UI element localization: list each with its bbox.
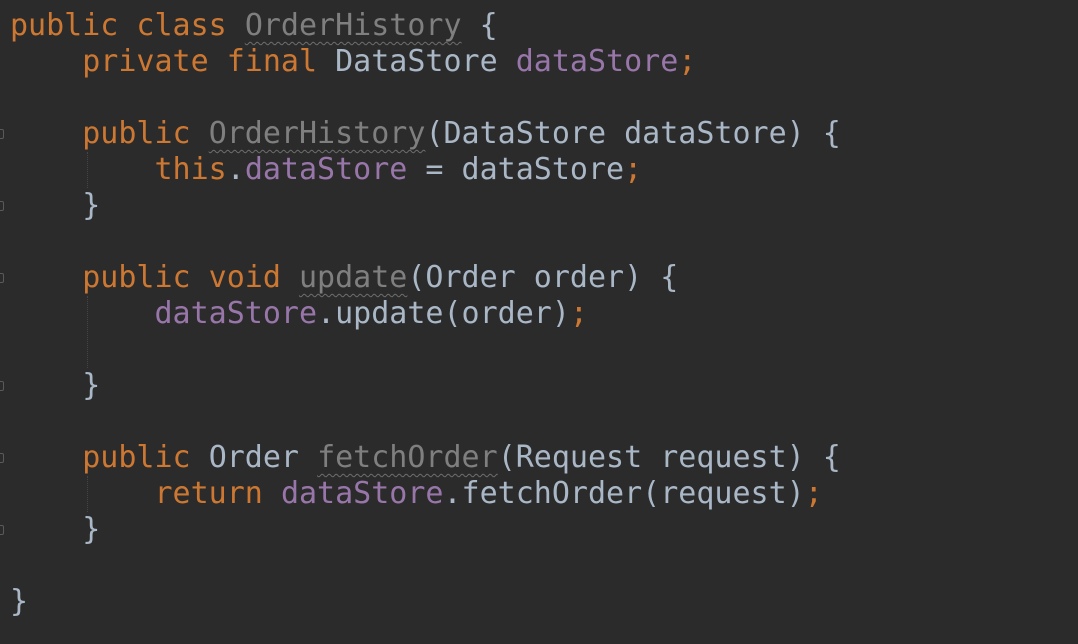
code-token: OrderHistory (208, 116, 426, 151)
code-token: .update(order) (317, 296, 570, 331)
code-token: } (10, 188, 101, 223)
code-token: . (226, 152, 245, 187)
code-line[interactable]: } (10, 512, 100, 548)
fold-marker-icon[interactable] (0, 453, 4, 463)
code-token: dataStore (244, 152, 408, 187)
code-line[interactable]: return dataStore.fetchOrder(request); (10, 476, 823, 512)
indent-guide (87, 476, 88, 512)
code-token: return (10, 476, 281, 511)
code-token: private final (10, 44, 336, 79)
code-line[interactable]: public class OrderHistory { (10, 8, 498, 44)
code-line[interactable]: public Order fetchOrder(Request request)… (10, 440, 841, 476)
code-token: (DataStore dataStore) { (425, 116, 841, 151)
code-token: (Order order) { (407, 260, 679, 295)
code-token: { (461, 8, 498, 43)
code-line[interactable]: } (10, 584, 28, 620)
code-token: public class (10, 8, 245, 43)
code-token: public void (10, 260, 299, 295)
code-token: (Request request) { (497, 440, 841, 475)
code-token: DataStore (335, 44, 516, 79)
code-token: .fetchOrder(request) (443, 476, 805, 511)
code-token: ; (678, 44, 697, 79)
code-token: ; (804, 476, 823, 511)
fold-marker-icon[interactable] (0, 273, 4, 283)
fold-marker-icon[interactable] (0, 381, 4, 391)
code-token: OrderHistory (244, 8, 462, 43)
code-line[interactable]: private final DataStore dataStore; (10, 44, 696, 80)
code-token: public (10, 116, 209, 151)
code-token: ; (624, 152, 643, 187)
code-token: dataStore (280, 476, 444, 511)
code-editor[interactable]: public class OrderHistory { private fina… (0, 0, 1078, 644)
fold-marker-icon[interactable] (0, 129, 4, 139)
code-line[interactable]: this.dataStore = dataStore; (10, 152, 642, 188)
code-token: dataStore (10, 296, 318, 331)
code-token: } (10, 368, 101, 403)
code-token: public (10, 440, 209, 475)
code-token: ; (569, 296, 588, 331)
code-line[interactable]: } (10, 188, 100, 224)
code-token: update (298, 260, 408, 295)
code-line[interactable]: dataStore.update(order); (10, 296, 588, 332)
code-token: } (10, 584, 29, 619)
fold-marker-icon[interactable] (0, 525, 4, 535)
indent-guide (87, 152, 88, 188)
code-token: dataStore (515, 44, 679, 79)
indent-guide (87, 296, 88, 368)
fold-marker-icon[interactable] (0, 201, 4, 211)
code-line[interactable]: public void update(Order order) { (10, 260, 678, 296)
code-token: = dataStore (407, 152, 625, 187)
code-token: this (10, 152, 227, 187)
code-token: fetchOrder (317, 440, 498, 475)
code-token: } (10, 512, 101, 547)
code-line[interactable]: } (10, 368, 100, 404)
code-line[interactable]: public OrderHistory(DataStore dataStore)… (10, 116, 841, 152)
code-token: Order (208, 440, 318, 475)
